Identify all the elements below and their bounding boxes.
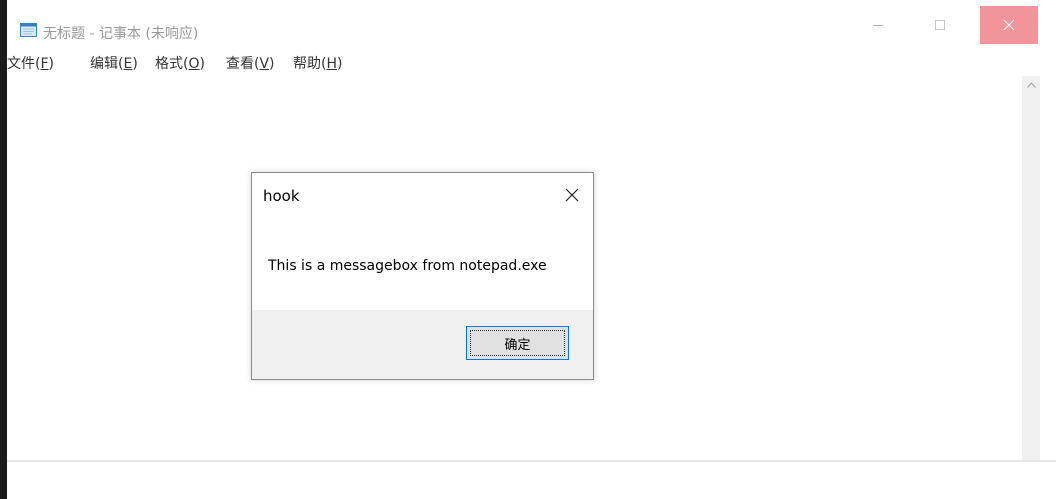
desktop-edge [0,0,7,499]
menu-format-paren: ) [199,56,205,72]
scroll-up-button[interactable] [1022,76,1040,94]
notepad-icon [20,23,37,37]
chevron-up-icon [1026,82,1036,88]
dialog-footer: 确定 [252,310,593,379]
menu-help-label: 帮助( [293,56,327,72]
ok-button[interactable]: 确定 [466,326,569,360]
dialog-message: This is a messagebox from notepad.exe [268,258,547,274]
menu-format-accesskey: O [188,56,200,72]
message-box: hook This is a messagebox from notepad.e… [251,172,594,380]
close-button[interactable] [980,6,1038,44]
menu-edit[interactable]: 编辑(E) [90,53,138,73]
close-icon [565,188,579,202]
close-icon [1003,19,1015,31]
menu-file-paren: ) [48,56,54,72]
menu-view-accesskey: V [259,56,270,72]
menu-edit-accesskey: E [123,56,133,72]
menu-view-label: 查看( [226,56,260,72]
menu-help-paren: ) [337,56,343,72]
menu-format[interactable]: 格式(O) [155,53,205,73]
window-right-border [1040,76,1056,460]
menu-view[interactable]: 查看(V) [226,53,275,73]
menu-file-label: 文件( [7,56,41,72]
window-bottom-area [7,460,1056,499]
vertical-scrollbar[interactable] [1022,76,1040,460]
menu-help-accesskey: H [326,56,337,72]
menu-file-accesskey: F [40,56,49,72]
menu-edit-paren: ) [132,56,138,72]
dialog-close-button[interactable] [557,181,587,209]
maximize-icon [935,20,945,30]
menu-bar: 文件(F) 编辑(E) 格式(O) 查看(V) 帮助(H) [7,48,1056,74]
menu-format-label: 格式( [155,56,189,72]
menu-file[interactable]: 文件(F) [7,53,54,73]
window-title: 无标题 - 记事本 (未响应) [43,26,199,42]
dialog-title: hook [263,187,300,205]
horizontal-scrollbar-edge [7,460,1056,462]
minimize-icon [873,25,883,26]
menu-help[interactable]: 帮助(H) [293,53,342,73]
menu-edit-label: 编辑( [90,56,124,72]
minimize-button[interactable] [855,6,901,44]
focus-rectangle [470,330,565,356]
menu-view-paren: ) [269,56,275,72]
maximize-button[interactable] [917,6,963,44]
